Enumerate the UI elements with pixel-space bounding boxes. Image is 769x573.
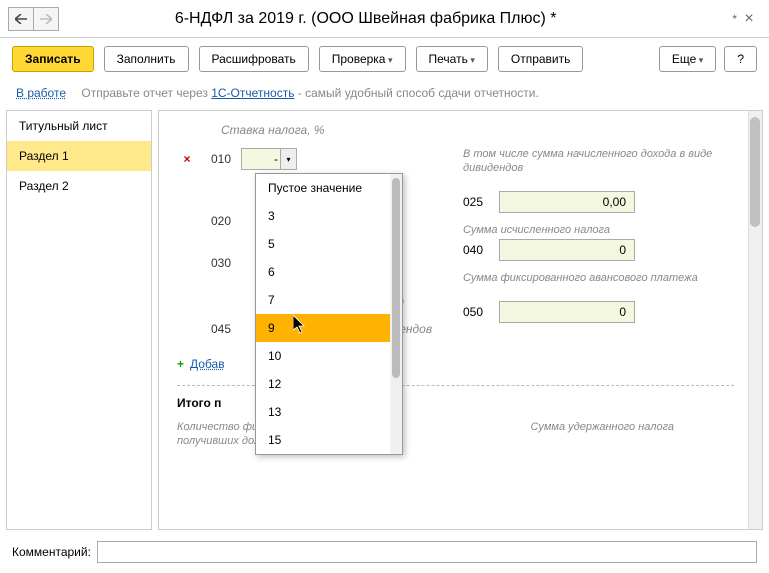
input-040[interactable] [499, 239, 635, 261]
send-button[interactable]: Отправить [498, 46, 584, 72]
sidebar-item-title-page[interactable]: Титульный лист [7, 111, 151, 141]
status-state[interactable]: В работе [16, 86, 66, 100]
detail-button[interactable]: Расшифровать [199, 46, 309, 72]
window-title: 6-НДФЛ за 2019 г. (ООО Швейная фабрика П… [59, 10, 672, 28]
more-button[interactable]: Еще [659, 46, 716, 72]
dropdown-option[interactable]: 12 [256, 370, 402, 398]
code-050: 050 [463, 305, 499, 319]
dropdown-option[interactable]: 15 [256, 426, 402, 454]
nav-forward-button[interactable] [33, 7, 59, 31]
nav-back-button[interactable] [8, 7, 34, 31]
label-040: Сумма исчисленного налога [463, 223, 743, 237]
dropdown-option[interactable]: 9 [256, 314, 402, 342]
dropdown-option[interactable]: Пустое значение [256, 174, 402, 202]
sidebar-item-section-1[interactable]: Раздел 1 [7, 141, 151, 171]
section-title: Ставка налога, % [221, 123, 734, 137]
dropdown-option[interactable]: 5 [256, 230, 402, 258]
row-code-020: 020 [197, 214, 231, 228]
row-code-010: 010 [197, 152, 231, 166]
check-button[interactable]: Проверка [319, 46, 406, 72]
tax-rate-dropdown-toggle[interactable]: ▾ [280, 149, 296, 169]
row-code-030: 030 [197, 256, 231, 270]
content-panel: Ставка налога, % × 010 ▾ Пустое значение… [158, 110, 763, 530]
fill-button[interactable]: Заполнить [104, 46, 189, 72]
input-025[interactable] [499, 191, 635, 213]
dropdown-option[interactable]: 3 [256, 202, 402, 230]
sidebar-item-section-2[interactable]: Раздел 2 [7, 171, 151, 201]
dropdown-option[interactable]: 7 [256, 286, 402, 314]
footer-right-label: Сумма удержанного налога [531, 420, 674, 449]
sidebar: Титульный лист Раздел 1 Раздел 2 [6, 110, 152, 530]
code-040: 040 [463, 243, 499, 257]
status-1c-link[interactable]: 1С-Отчетность [211, 86, 294, 100]
close-icon[interactable]: × [737, 10, 761, 28]
print-button[interactable]: Печать [416, 46, 488, 72]
write-button[interactable]: Записать [12, 46, 94, 72]
comment-input[interactable] [97, 541, 757, 563]
content-scrollbar[interactable] [748, 111, 762, 529]
status-hint: Отправьте отчет через 1С-Отчетность - са… [81, 86, 538, 100]
code-025: 025 [463, 195, 499, 209]
row-code-045: 045 [197, 322, 231, 336]
tax-rate-dropdown: Пустое значение3567910121315 [255, 173, 403, 455]
dropdown-scrollbar[interactable] [390, 174, 402, 454]
input-050[interactable] [499, 301, 635, 323]
dropdown-option[interactable]: 6 [256, 258, 402, 286]
dropdown-option[interactable]: 13 [256, 398, 402, 426]
help-button[interactable]: ? [724, 46, 757, 72]
comment-label: Комментарий: [12, 545, 91, 559]
label-025: В том числе сумма начисленного дохода в … [463, 147, 743, 189]
add-row-icon[interactable]: + [177, 357, 184, 371]
delete-row-icon[interactable]: × [177, 152, 197, 166]
add-row-link[interactable]: Добав [190, 357, 225, 371]
label-050: Сумма фиксированного авансового платежа [463, 271, 743, 299]
dropdown-option[interactable]: 10 [256, 342, 402, 370]
